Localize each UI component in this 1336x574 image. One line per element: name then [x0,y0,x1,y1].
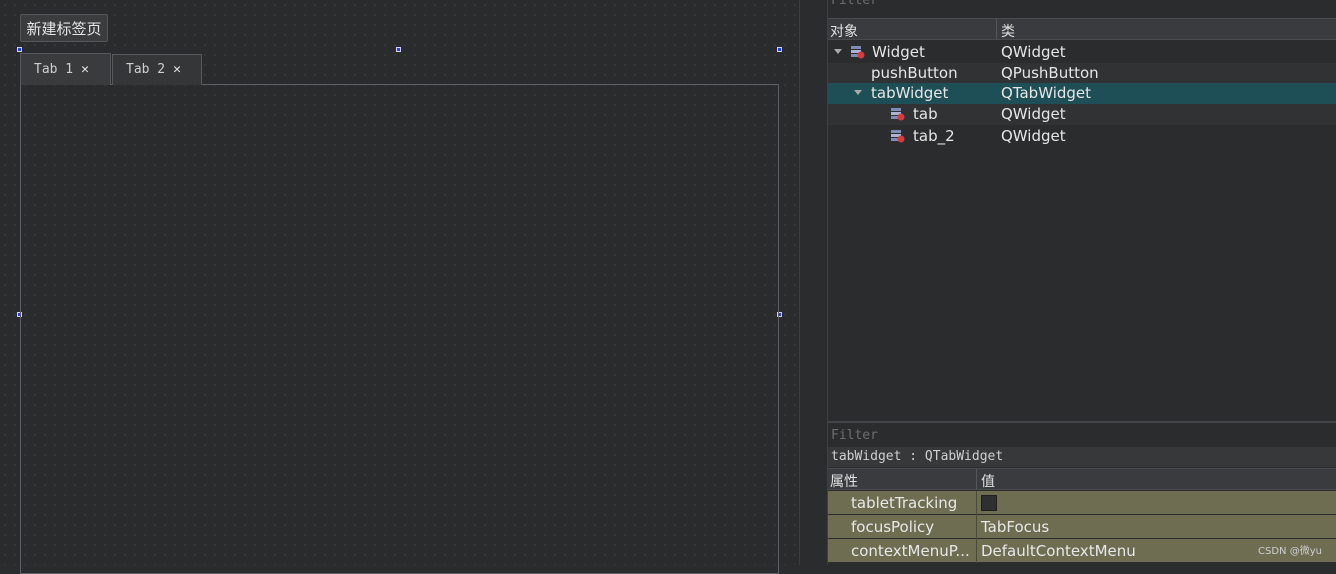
expand-arrow-icon[interactable] [834,49,842,54]
column-header-value[interactable]: 值 [981,471,995,491]
tree-row-pushbutton[interactable]: pushButton QPushButton [828,63,1336,84]
tab-widget-pane[interactable] [20,84,779,574]
property-name: tabletTracking [851,494,958,512]
splitter-gap [800,0,827,565]
column-header-class[interactable]: 类 [1001,21,1015,41]
widget-icon [891,108,905,121]
property-row-tablettracking[interactable]: tabletTracking [828,491,1336,515]
close-icon[interactable]: ✕ [81,55,89,85]
object-name: Widget [872,43,925,61]
tab-label: Tab 2 [126,62,166,77]
column-header-object[interactable]: 对象 [830,21,858,41]
right-panels: Filter 对象 类 Widget QWidget pushButton QP… [828,0,1336,565]
property-editor-header: 属性 值 [828,468,1336,490]
column-separator [976,515,977,539]
object-name: tabWidget [871,84,949,102]
tree-row-tab-2[interactable]: tab_2 QWidget [828,126,1336,147]
panel-splitter[interactable] [828,421,1336,423]
property-name: contextMenuP... [851,542,970,560]
object-filter-input[interactable]: Filter [831,0,878,8]
property-name: focusPolicy [851,518,935,536]
form-canvas[interactable]: 新建标签页 Tab 1 ✕ Tab 2 ✕ [0,0,799,574]
column-separator[interactable] [996,19,997,39]
close-icon[interactable]: ✕ [173,55,181,85]
property-class-line: tabWidget : QTabWidget [828,447,1336,467]
object-class: QTabWidget [1001,84,1092,102]
object-inspector-header: 对象 类 [828,18,1336,40]
property-row-focuspolicy[interactable]: focusPolicy TabFocus [828,515,1336,539]
column-separator[interactable] [976,469,977,489]
tab-2[interactable]: Tab 2 ✕ [112,54,202,85]
watermark: CSDN @微yu [1258,546,1322,557]
column-separator [976,491,977,515]
object-class: QPushButton [1001,64,1099,82]
selection-handle-top-left[interactable] [17,47,22,52]
tab-1[interactable]: Tab 1 ✕ [20,53,111,85]
tree-row-widget[interactable]: Widget QWidget [828,42,1336,63]
object-class: QWidget [1001,127,1066,145]
expand-arrow-icon[interactable] [854,90,862,95]
object-name: tab_2 [913,127,955,145]
new-tab-button[interactable]: 新建标签页 [20,14,108,42]
property-filter-input[interactable]: Filter [831,428,878,443]
column-header-property[interactable]: 属性 [830,471,858,491]
tab-label: Tab 1 [34,61,74,77]
selection-handle-top-right[interactable] [777,47,782,52]
object-name: tab [913,105,938,123]
widget-icon [891,130,905,143]
object-name: pushButton [871,64,958,82]
property-value[interactable]: TabFocus [981,518,1049,536]
selection-handle-top[interactable] [396,47,401,52]
column-separator [976,539,977,563]
object-class: QWidget [1001,105,1066,123]
tree-row-tab[interactable]: tab QWidget [828,104,1336,125]
widget-icon [851,46,865,59]
object-class: QWidget [1001,43,1066,61]
tree-row-tabwidget[interactable]: tabWidget QTabWidget [828,83,1336,104]
property-value[interactable]: DefaultContextMenu [981,542,1136,560]
tablettracking-checkbox[interactable] [981,495,997,511]
